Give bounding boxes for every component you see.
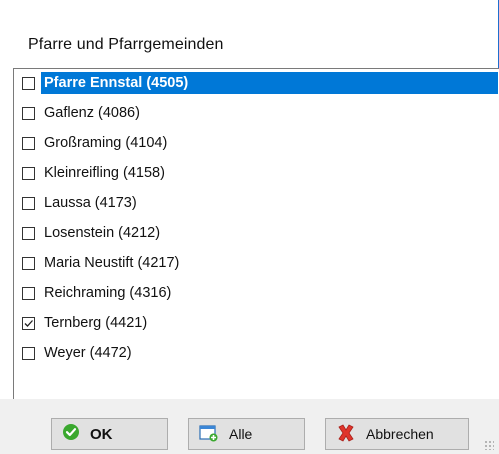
cancel-button[interactable]: Abbrechen (325, 418, 469, 450)
list-item-label: Laussa (4173) (44, 195, 137, 211)
list-item[interactable]: Gaflenz (4086) (18, 101, 498, 125)
checkbox[interactable] (22, 76, 35, 90)
list-item-label: Großraming (4104) (44, 135, 168, 151)
list-item[interactable]: Reichraming (4316) (18, 281, 498, 305)
list-item[interactable]: Maria Neustift (4217) (18, 251, 498, 275)
add-window-icon (199, 424, 219, 445)
select-all-button[interactable]: Alle (188, 418, 305, 450)
list-item-label: Gaflenz (4086) (44, 105, 140, 121)
list-item[interactable]: Pfarre Ennstal (4505) (18, 71, 498, 95)
red-x-icon (336, 423, 356, 446)
list-item-label: Kleinreifling (4158) (44, 165, 165, 181)
dialog-title: Pfarre und Pfarrgemeinden (28, 36, 224, 53)
list-item[interactable]: Losenstein (4212) (18, 221, 498, 245)
list-item-label: Reichraming (4316) (44, 285, 172, 301)
checkbox[interactable] (22, 106, 35, 120)
list-item-label: Maria Neustift (4217) (44, 255, 180, 271)
list-item-label: Ternberg (4421) (44, 315, 148, 331)
check-circle-icon (62, 423, 80, 445)
checkbox[interactable] (22, 226, 35, 240)
parish-checklist[interactable]: Pfarre Ennstal (4505) Gaflenz (4086) Gro… (13, 68, 499, 399)
list-item[interactable]: Großraming (4104) (18, 131, 498, 155)
list-item[interactable]: Weyer (4472) (18, 341, 498, 365)
checkbox[interactable] (22, 256, 35, 270)
list-item[interactable]: Kleinreifling (4158) (18, 161, 498, 185)
dialog-window: Pfarre und Pfarrgemeinden Pfarre Ennstal… (0, 0, 499, 454)
all-label: Alle (229, 426, 253, 442)
resize-grip-icon[interactable] (484, 440, 494, 450)
list-item[interactable]: Laussa (4173) (18, 191, 498, 215)
checkbox[interactable] (22, 166, 35, 180)
checkbox[interactable] (22, 346, 35, 360)
ok-label: OK (90, 425, 113, 443)
checkbox[interactable] (22, 136, 35, 150)
checkbox[interactable] (22, 196, 35, 210)
list-item[interactable]: Ternberg (4421) (18, 311, 498, 335)
list-item-label: Weyer (4472) (44, 345, 132, 361)
ok-button[interactable]: OK (51, 418, 168, 450)
cancel-label: Abbrechen (366, 426, 434, 442)
list-item-label: Losenstein (4212) (44, 225, 161, 241)
checkmark-icon (24, 319, 33, 327)
checkbox-checked[interactable] (22, 316, 35, 330)
checkbox[interactable] (22, 286, 35, 300)
list-item-label: Pfarre Ennstal (4505) (41, 72, 498, 94)
